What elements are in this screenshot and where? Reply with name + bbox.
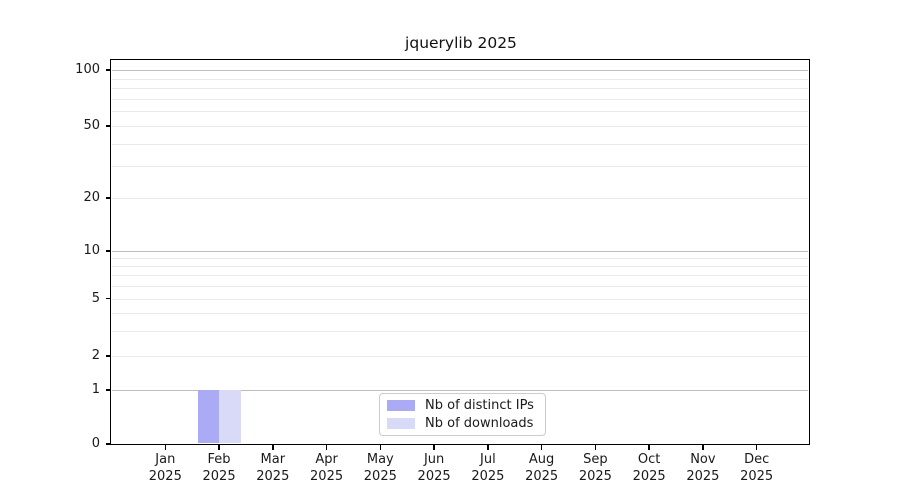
figure: jquerylib 2025 100 50 20 10 5 2 1 0 Jan 2025 Feb … <box>0 0 900 500</box>
legend-item: Nb of downloads <box>387 416 538 431</box>
y-tick-mark <box>105 69 111 71</box>
x-tick-label: Jan 2025 <box>148 452 182 484</box>
x-tick-mark <box>540 445 543 450</box>
y-tick-label: 0 <box>91 436 100 451</box>
x-tick-mark <box>702 445 704 450</box>
y-tick-mark <box>105 443 111 445</box>
x-tick-label: Aug 2025 <box>525 452 559 484</box>
x-tick-label: Jun 2025 <box>417 452 451 484</box>
x-tick-mark <box>379 445 382 450</box>
chart-title: jquerylib 2025 <box>405 34 517 52</box>
y-tick-label: 1 <box>91 382 100 397</box>
x-tick-mark <box>164 445 167 450</box>
y-tick-label: 5 <box>91 290 100 306</box>
y-tick-label: 10 <box>83 243 100 258</box>
x-tick-label: Oct 2025 <box>632 452 666 484</box>
x-tick-label: Dec 2025 <box>740 452 774 484</box>
x-tick-label: Mar 2025 <box>256 452 290 484</box>
legend-swatch <box>387 400 415 411</box>
y-tick-mark <box>105 389 111 391</box>
x-tick-mark <box>487 445 489 450</box>
y-tick-label: 20 <box>83 190 100 205</box>
y-tick-mark <box>105 250 111 252</box>
x-tick-mark <box>272 445 274 450</box>
plot-frame <box>110 59 810 445</box>
x-tick-label: Nov 2025 <box>686 452 720 484</box>
y-tick-mark <box>105 197 111 199</box>
x-tick-mark <box>755 445 758 450</box>
legend-item: Nb of distinct IPs <box>387 398 538 413</box>
x-tick-mark <box>648 445 650 450</box>
legend-label: Nb of downloads <box>425 416 534 431</box>
legend-swatch <box>387 418 415 429</box>
y-tick-mark <box>105 297 111 300</box>
x-tick-label: May 2025 <box>363 452 397 484</box>
y-tick-label: 100 <box>75 62 100 77</box>
legend: Nb of distinct IPs Nb of downloads <box>379 393 546 436</box>
legend-label: Nb of distinct IPs <box>425 398 534 413</box>
y-tick-mark <box>105 125 111 127</box>
x-tick-label: Jul 2025 <box>471 452 505 484</box>
y-tick-mark <box>105 355 111 357</box>
x-tick-mark <box>218 445 220 450</box>
x-tick-label: Sep 2025 <box>578 452 612 484</box>
y-tick-label: 50 <box>83 118 100 133</box>
y-tick-label: 2 <box>91 348 100 363</box>
x-tick-label: Feb 2025 <box>202 452 236 484</box>
x-tick-label: Apr 2025 <box>310 452 344 484</box>
x-tick-mark <box>325 445 328 450</box>
x-tick-mark <box>594 445 597 450</box>
x-tick-mark <box>433 445 435 450</box>
